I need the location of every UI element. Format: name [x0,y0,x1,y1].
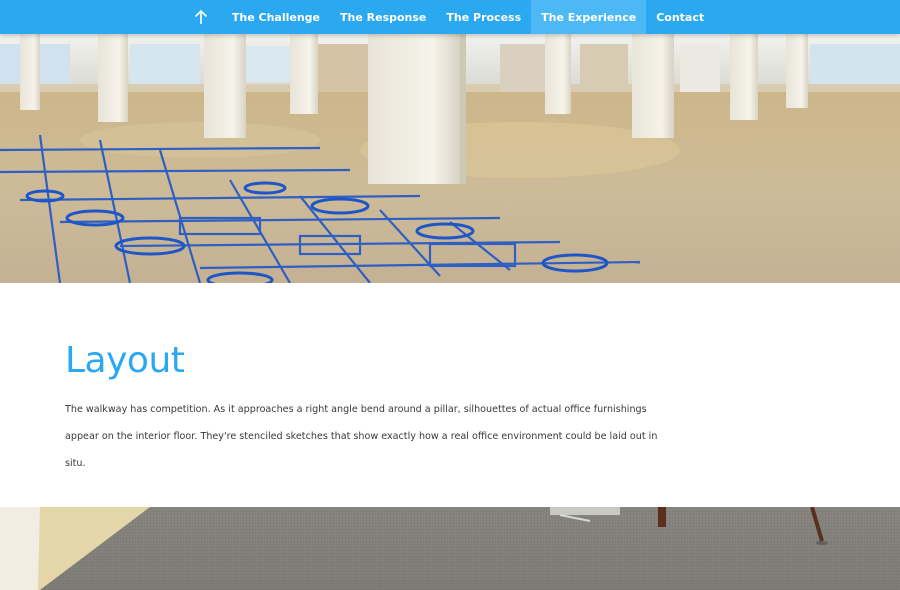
nav-item-the-challenge[interactable]: The Challenge [222,0,330,34]
nav-item-the-response[interactable]: The Response [330,0,436,34]
bottom-photo-carpet [0,507,900,590]
section-title: Layout [65,340,185,381]
section-body-line-1: The walkway has competition. As it appro… [65,404,647,415]
hero-photo-office-floor-stencil [0,0,900,283]
nav-item-the-process[interactable]: The Process [436,0,531,34]
nav-item-contact[interactable]: Contact [646,0,714,34]
section-body-line-2: appear on the interior floor. They're st… [65,431,658,469]
layout-section: Layout The walkway has competition. As i… [0,283,900,507]
section-body-text: The walkway has competition. As it appro… [65,396,665,477]
top-navigation: The Challenge The Response The Process T… [0,0,900,34]
scroll-to-top-button[interactable] [186,0,216,34]
page: The Challenge The Response The Process T… [0,0,900,590]
arrow-up-icon [194,9,207,24]
nav-item-the-experience[interactable]: The Experience [531,0,647,34]
bottom-photo-illustration [0,507,900,590]
hero-photo-illustration [0,34,900,283]
